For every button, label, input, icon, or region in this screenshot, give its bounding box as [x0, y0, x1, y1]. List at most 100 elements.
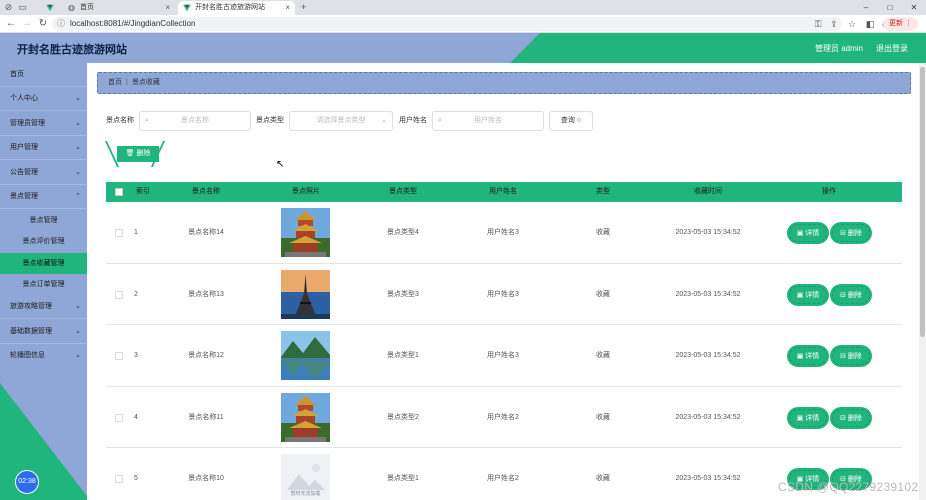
cell-kind: 收藏 [596, 290, 610, 298]
cell-kind: 收藏 [596, 475, 610, 482]
address-bar: ← → ↻ ⓘ localhost:8081/#/JingdianCollect… [0, 15, 926, 33]
name-search-input[interactable]: ⌕ 景点名称 [139, 111, 251, 131]
chevron-down-icon: ⌄ [75, 169, 81, 176]
sidebar-item-users[interactable]: 用户管理 ⌄ [0, 136, 87, 160]
update-button[interactable]: 更新 ⋮ [883, 17, 918, 31]
sidebar-item-home[interactable]: 首页 [0, 63, 87, 87]
share-icon[interactable]: ⇪ [828, 18, 840, 30]
header-actions: 操作 [822, 188, 836, 195]
minimize-icon[interactable]: – [854, 0, 878, 15]
search-button[interactable]: 查询 ○ [549, 111, 593, 131]
cell-index: 2 [134, 290, 138, 298]
back-icon[interactable]: ← [4, 17, 18, 31]
logout-link[interactable]: 退出登录 [876, 43, 908, 54]
cell-kind: 收藏 [596, 229, 610, 236]
trash-icon: ⊟ [840, 291, 846, 299]
type-select[interactable]: 请选择景点类型 ⌄ [289, 111, 393, 131]
cell-time: 2023-05-03 15:34:52 [675, 290, 741, 298]
tab-current[interactable]: 开封名胜古迹旅游网站 × [178, 1, 295, 15]
table-row: 1 景点名称14 景点类型4 用户姓名3 收藏 2023-05-03 15:34… [106, 202, 902, 264]
close-tab-icon[interactable]: × [165, 1, 170, 15]
search-icon: ⌕ [145, 117, 149, 124]
watermark: CSDN @QQ2279239102 [778, 480, 919, 494]
breadcrumb-separator: | [126, 79, 128, 86]
sidebar-item-basedata[interactable]: 基础数据管理 ⌄ [0, 320, 87, 344]
scrollbar-thumb[interactable] [920, 67, 925, 337]
chevron-down-icon: ⌄ [75, 328, 81, 335]
cell-type: 景点类型2 [387, 413, 419, 421]
table-row: 2 景点名称13 景点类型3 用户姓名3 收藏 2023-05-03 15:34… [106, 264, 902, 325]
search-icon: ⌕ [438, 117, 442, 124]
forward-icon[interactable]: → [20, 17, 34, 31]
sidebar-item-profile[interactable]: 个人中心 ⌄ [0, 87, 87, 111]
cell-type: 景点类型1 [387, 352, 419, 359]
row-delete-button[interactable]: ⊟ 删除 [832, 408, 870, 427]
detail-button[interactable]: ▣ 详情 [789, 224, 827, 242]
row-delete-button[interactable]: ⊟ 删除 [832, 347, 870, 365]
bookmark-star-icon[interactable]: ☆ [846, 18, 858, 30]
scenic-photo[interactable] [281, 331, 330, 380]
user-search-input[interactable]: ⌕ 用户姓名 [432, 111, 544, 131]
sidebar-sub-collections[interactable]: 景点收藏管理 [0, 253, 87, 274]
chevron-up-icon: ⌃ [75, 193, 81, 200]
sidebar-sub-orders[interactable]: 景点订单管理 [0, 274, 87, 295]
globe-icon: ◍ [68, 3, 75, 12]
chevron-down-icon: ⌄ [75, 144, 81, 151]
chevron-down-icon: ⌄ [75, 95, 81, 102]
tab-blank[interactable] [30, 1, 60, 15]
clock-badge[interactable]: 02:38 [15, 470, 39, 494]
cell-kind: 收藏 [596, 413, 610, 421]
image-caption: 暂时无法加载 [290, 491, 321, 497]
maximize-icon[interactable]: □ [878, 0, 902, 15]
table-header: 索引 景点名称 景点照片 景点类型 用户姓名 类型 收藏时间 操作 [106, 182, 902, 202]
sidepanel-icon[interactable]: ◧ [864, 18, 876, 30]
sidebar-sub-scenic[interactable]: 景点管理 [0, 210, 87, 231]
row-delete-button[interactable]: ⊟ 删除 [832, 285, 870, 304]
cell-name: 景点名称10 [188, 475, 224, 482]
row-checkbox[interactable] [115, 352, 123, 360]
sidebar-item-carousel[interactable]: 轮播图信息 ⌄ [0, 344, 87, 368]
cell-time: 2023-05-03 15:34:52 [675, 475, 741, 482]
tab-home[interactable]: ◍ 首页 × [63, 1, 175, 15]
url-input[interactable]: ⓘ localhost:8081/#/JingdianCollection [52, 17, 842, 31]
sidebar-item-guides[interactable]: 旅游攻略管理 ⌄ [0, 295, 87, 319]
select-all-checkbox[interactable] [115, 188, 123, 196]
detail-button[interactable]: ▣ 详情 [789, 408, 827, 427]
cell-type: 景点类型3 [387, 290, 419, 298]
sidebar-item-scenic[interactable]: 景点管理 ⌃ [0, 185, 87, 209]
sidebar-item-admins[interactable]: 管理员管理 ⌄ [0, 112, 87, 136]
row-checkbox[interactable] [115, 475, 123, 483]
page-scrollbar[interactable] [919, 63, 926, 500]
type-label: 景点类型 [256, 117, 284, 124]
row-checkbox[interactable] [115, 290, 123, 299]
tab-search-icon[interactable]: ⊘ [2, 1, 15, 14]
detail-button[interactable]: ▣ 详情 [789, 347, 827, 365]
tab-overview-icon[interactable]: ▭ [16, 1, 29, 14]
site-title: 开封名胜古迹旅游网站 [17, 44, 127, 56]
reload-icon[interactable]: ↻ [36, 17, 50, 31]
scenic-photo[interactable] [281, 392, 330, 442]
batch-delete-button[interactable]: 🗑 删除 [117, 146, 159, 162]
detail-icon: ▣ [796, 291, 804, 299]
row-delete-button[interactable]: ⊟ 删除 [832, 224, 870, 242]
scenic-photo[interactable] [281, 269, 330, 319]
trash-icon: 🗑 [125, 150, 135, 157]
detail-button[interactable]: ▣ 详情 [789, 285, 827, 304]
row-checkbox[interactable] [115, 229, 123, 237]
site-info-icon[interactable]: ⓘ [57, 17, 65, 31]
close-tab-icon[interactable]: × [285, 1, 290, 15]
row-checkbox[interactable] [115, 413, 123, 422]
tab-label: 开封名胜古迹旅游网站 [195, 4, 265, 11]
sidebar-item-notices[interactable]: 公告管理 ⌄ [0, 161, 87, 185]
close-window-icon[interactable]: ✕ [902, 0, 926, 15]
scenic-photo[interactable]: 暂时无法加载 [281, 454, 330, 500]
breadcrumb-home[interactable]: 首页 [108, 79, 122, 86]
scenic-photo[interactable] [281, 208, 330, 257]
cell-name: 景点名称13 [188, 290, 224, 298]
cell-index: 5 [134, 475, 138, 482]
key-icon[interactable]: ⚿ [812, 18, 824, 30]
new-tab-button[interactable]: + [297, 1, 310, 14]
sidebar-sub-reviews[interactable]: 景点评价管理 [0, 231, 87, 252]
chevron-down-icon: ⌄ [75, 120, 81, 127]
app-header: 开封名胜古迹旅游网站 管理员 admin 退出登录 [0, 33, 926, 63]
